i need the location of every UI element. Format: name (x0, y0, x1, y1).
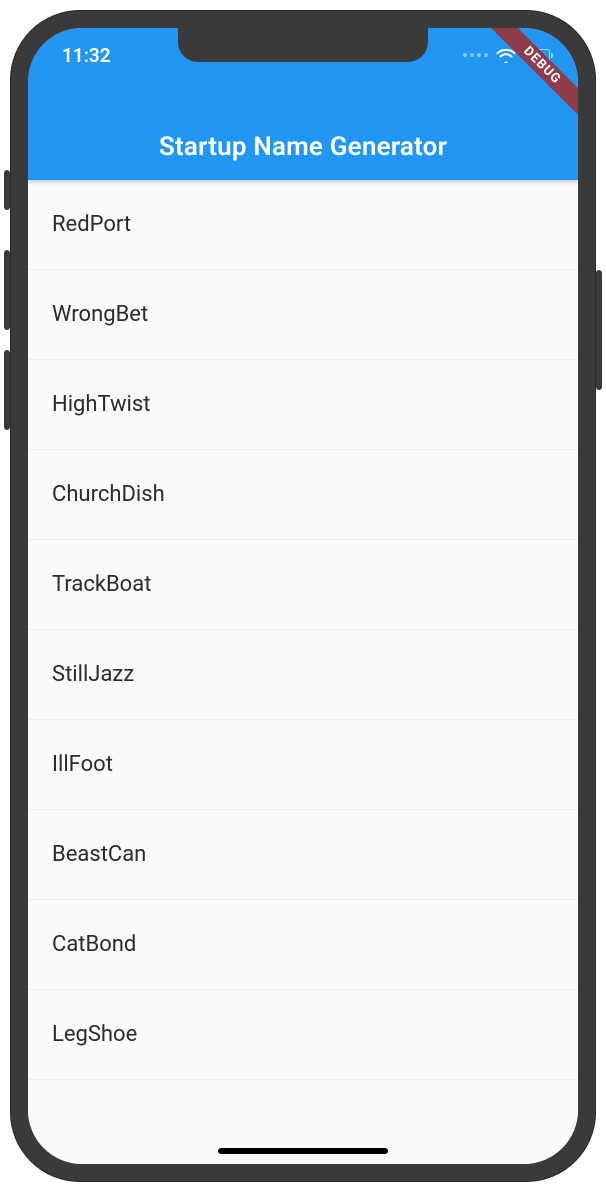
side-button (4, 170, 10, 210)
list-item[interactable]: BeastCan (28, 810, 578, 900)
notch (178, 28, 428, 62)
name-list[interactable]: RedPort WrongBet HighTwist ChurchDish Tr… (28, 180, 578, 1164)
status-time: 11:32 (62, 44, 111, 67)
list-item[interactable]: LegShoe (28, 990, 578, 1080)
list-item[interactable]: RedPort (28, 180, 578, 270)
list-item[interactable]: WrongBet (28, 270, 578, 360)
phone-frame: DEBUG 11:32 Startup Name Generator (10, 10, 596, 1182)
list-item[interactable]: HighTwist (28, 360, 578, 450)
list-item[interactable]: IllFoot (28, 720, 578, 810)
list-item[interactable]: TrackBoat (28, 540, 578, 630)
side-button (4, 250, 10, 330)
home-indicator[interactable] (218, 1148, 388, 1154)
screen: DEBUG 11:32 Startup Name Generator (28, 28, 578, 1164)
side-button (4, 350, 10, 430)
list-item[interactable]: StillJazz (28, 630, 578, 720)
list-item[interactable]: CatBond (28, 900, 578, 990)
page-title: Startup Name Generator (159, 132, 447, 162)
side-button (596, 270, 602, 390)
list-item[interactable]: ChurchDish (28, 450, 578, 540)
signal-dots-icon (463, 53, 488, 57)
